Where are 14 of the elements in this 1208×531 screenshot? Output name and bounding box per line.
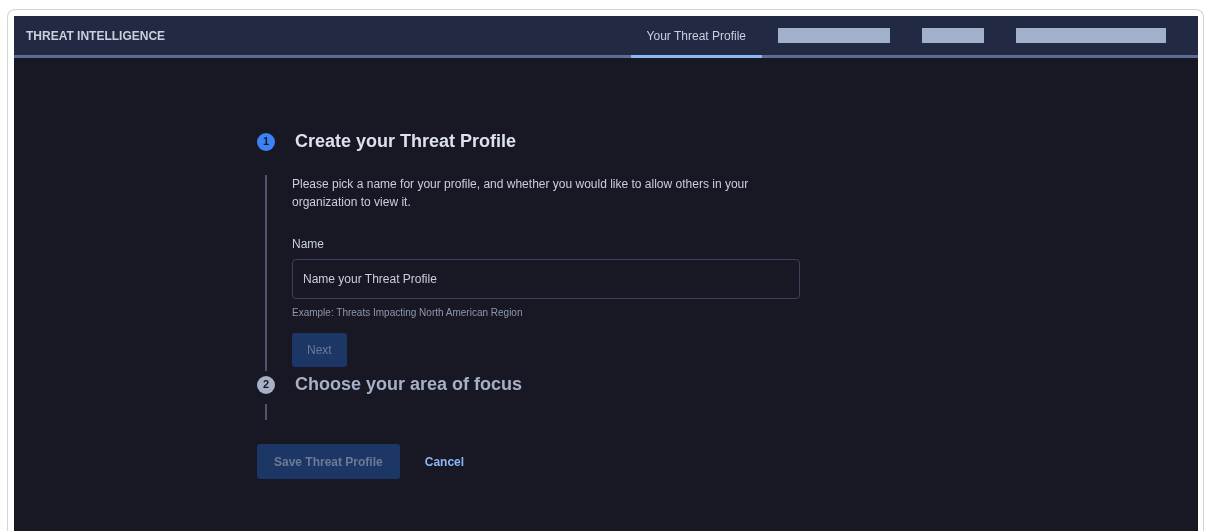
- redacted-tab[interactable]: [922, 28, 984, 43]
- nav-tab[interactable]: Your Threat Profile: [630, 16, 762, 58]
- step-description: Please pick a name for your profile, and whether you would like to allow others in your organization to view it.: [292, 176, 750, 211]
- redacted-tab[interactable]: [1016, 28, 1166, 43]
- field-hint: Example: Threats Impacting North American Region: [292, 306, 524, 320]
- cancel-link[interactable]: Cancel: [424, 452, 465, 471]
- name-field[interactable]: Name your Threat Profile: [292, 259, 800, 299]
- redacted-tab[interactable]: [778, 28, 890, 43]
- app-title: THREAT INTELLIGENCE: [25, 27, 166, 45]
- step-title: Choose your area of focus: [295, 373, 523, 396]
- step-title: Create your Threat Profile: [295, 130, 517, 153]
- step-number: 2: [257, 375, 275, 394]
- field-label: Name: [292, 236, 325, 253]
- step-number: 1: [257, 132, 275, 151]
